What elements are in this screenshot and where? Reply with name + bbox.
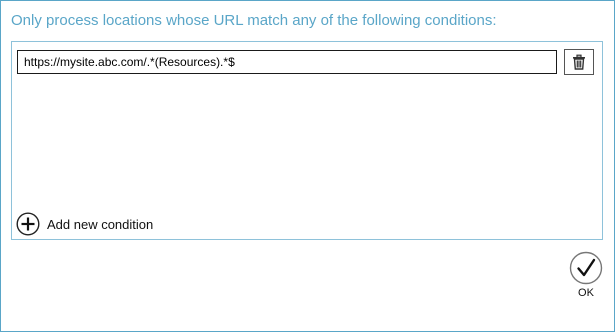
trash-icon bbox=[573, 54, 585, 70]
plus-circle-icon bbox=[16, 212, 40, 236]
conditions-panel: Add new condition bbox=[11, 41, 603, 240]
ok-label: OK bbox=[578, 287, 594, 299]
add-condition-label: Add new condition bbox=[47, 216, 154, 232]
condition-row bbox=[17, 49, 597, 75]
add-condition-button[interactable]: Add new condition bbox=[16, 211, 153, 237]
checkmark-circle-icon bbox=[569, 251, 603, 285]
dialog-heading: Only process locations whose URL match a… bbox=[11, 12, 497, 29]
url-conditions-dialog: Only process locations whose URL match a… bbox=[0, 0, 615, 332]
ok-button[interactable]: OK bbox=[567, 251, 605, 303]
url-condition-input[interactable] bbox=[17, 50, 557, 74]
delete-condition-button[interactable] bbox=[564, 49, 594, 75]
